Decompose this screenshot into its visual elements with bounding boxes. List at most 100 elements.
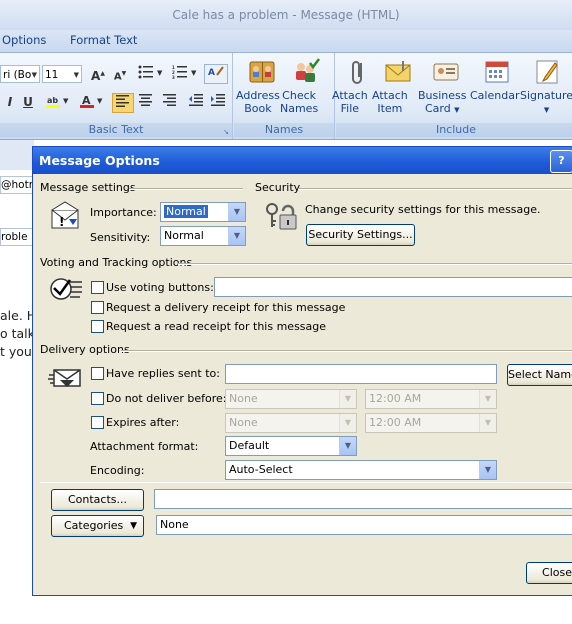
attachment-format-label: Attachment format:	[90, 440, 199, 453]
underline-icon[interactable]: U	[18, 93, 38, 111]
chevron-down-icon: ▼	[31, 71, 37, 79]
font-name-combo[interactable]: ri (Bo ▼	[0, 65, 40, 83]
svg-text:A: A	[208, 68, 215, 78]
sensitivity-select[interactable]: Normal ▼	[160, 226, 246, 246]
form-header-strip	[0, 140, 34, 170]
do-not-deliver-checkbox[interactable]	[91, 392, 104, 405]
to-field[interactable]: @hotm	[0, 176, 34, 194]
business-card-icon	[431, 57, 461, 87]
message-options-dialog: Message Options ? Message settings ! Imp…	[32, 146, 572, 596]
calendar-button[interactable]: Calendar	[470, 57, 524, 102]
delivery-envelope-icon	[48, 367, 84, 394]
contacts-input[interactable]	[154, 489, 572, 509]
use-voting-checkbox[interactable]	[91, 281, 104, 294]
attach-item-button[interactable]: Attach Item	[372, 57, 424, 115]
shrink-font-icon[interactable]: A▼	[110, 65, 130, 83]
do-not-deliver-label: Do not deliver before:	[106, 392, 227, 405]
font-color-icon[interactable]: A ▼	[78, 93, 106, 111]
align-left-icon[interactable]	[112, 93, 134, 113]
styles-icon[interactable]: A	[204, 64, 228, 84]
expires-after-label: Expires after:	[106, 416, 180, 429]
basic-text-group-label: Basic Text	[0, 123, 232, 137]
names-group: Address Book Check Names Names	[234, 53, 335, 139]
security-description: Change security settings for this messag…	[305, 203, 541, 216]
tab-format-text[interactable]: Format Text	[70, 33, 137, 47]
attachment-format-select[interactable]: Default ▼	[225, 436, 357, 456]
security-header: Security	[255, 181, 301, 194]
calendar-label: Calendar	[470, 89, 520, 102]
chevron-down-icon: ▼	[228, 203, 245, 221]
attach-file-label-2: File	[340, 102, 360, 115]
italic-icon[interactable]: I	[0, 93, 20, 111]
basic-text-group: ri (Bo ▼ 11 ▼ A▲ A▼ ▼ 1 2 3 ▼ A I U ab ▼ A ▼	[0, 53, 233, 139]
window-title: Cale has a problem - Message (HTML)	[0, 0, 572, 30]
increase-indent-icon[interactable]	[208, 93, 228, 111]
delivery-receipt-label: Request a delivery receipt for this mess…	[106, 301, 346, 314]
encoding-select[interactable]: Auto-Select ▼	[225, 460, 497, 480]
bullets-icon[interactable]: ▼	[136, 65, 166, 83]
chevron-down-icon: ▼	[479, 461, 496, 479]
divider	[298, 188, 572, 190]
select-names-button[interactable]: Select Names...	[507, 364, 572, 386]
grow-font-icon[interactable]: A▲	[88, 65, 108, 83]
address-book-label-2: Book	[244, 102, 272, 115]
subject-field[interactable]: roble	[0, 228, 34, 246]
delivery-receipt-checkbox[interactable]	[91, 301, 104, 314]
expires-date-value: None	[229, 416, 258, 429]
contacts-button[interactable]: Contacts...	[51, 489, 144, 511]
replies-to-input[interactable]	[225, 364, 497, 384]
chevron-down-icon: ▼	[130, 521, 137, 531]
voting-buttons-input[interactable]	[214, 277, 572, 297]
voting-tracking-header: Voting and Tracking options	[40, 256, 193, 269]
check-names-label-1: Check	[282, 89, 317, 102]
chevron-down-icon: ▼	[339, 390, 356, 408]
expires-after-checkbox[interactable]	[91, 416, 104, 429]
chevron-down-icon: ▼	[339, 414, 356, 432]
message-form-background: @hotm roble ale. H o talk t you	[0, 140, 34, 624]
numbering-icon[interactable]: 1 2 3 ▼	[170, 65, 200, 83]
decrease-indent-icon[interactable]	[186, 93, 206, 111]
categories-input[interactable]: None	[156, 515, 572, 535]
check-names-button[interactable]: Check Names	[280, 57, 332, 115]
check-names-label-2: Names	[280, 102, 319, 115]
signature-icon	[533, 57, 563, 87]
ribbon: ri (Bo ▼ 11 ▼ A▲ A▼ ▼ 1 2 3 ▼ A I U ab ▼ A ▼	[0, 53, 572, 140]
dialog-title: Message Options	[33, 147, 572, 174]
attach-item-label-2: Item	[377, 102, 403, 115]
have-replies-label: Have replies sent to:	[106, 367, 220, 380]
close-button[interactable]: Close	[526, 562, 572, 584]
do-not-deliver-time-select[interactable]: 12:00 AM ▼	[365, 389, 497, 409]
business-card-label-2: Card	[424, 102, 451, 115]
signature-button[interactable]: Signature ▼	[520, 57, 572, 114]
importance-select[interactable]: Normal ▼	[160, 202, 246, 222]
do-not-deliver-date-select[interactable]: None ▼	[225, 389, 357, 409]
dialog-launcher-icon[interactable]: ↘	[223, 128, 229, 136]
ribbon-tab-bar: Options Format Text	[0, 30, 572, 53]
align-right-icon[interactable]	[160, 93, 180, 111]
delivery-options-header: Delivery options	[40, 343, 130, 356]
security-settings-button[interactable]: Security Settings...	[306, 224, 415, 246]
expires-date-select[interactable]: None ▼	[225, 413, 357, 433]
business-card-button[interactable]: Business Card ▼	[418, 57, 474, 115]
paperclip-icon	[343, 57, 373, 87]
do-not-deliver-date-value: None	[229, 392, 258, 405]
expires-time-value: 12:00 AM	[369, 416, 422, 429]
business-card-label-1: Business	[418, 89, 467, 102]
svg-text:▼: ▼	[191, 69, 197, 77]
help-button[interactable]: ?	[550, 150, 572, 173]
align-center-icon[interactable]	[136, 93, 156, 111]
highlight-icon[interactable]: ab ▼	[44, 93, 72, 111]
sensitivity-value: Normal	[164, 229, 204, 242]
tab-options[interactable]: Options	[2, 33, 46, 47]
chevron-down-icon: ▼	[339, 437, 356, 455]
svg-text:▼: ▼	[97, 97, 103, 105]
envelope-icon	[383, 57, 413, 87]
have-replies-checkbox[interactable]	[91, 367, 104, 380]
categories-button[interactable]: Categories ▼	[51, 515, 144, 537]
read-receipt-label: Request a read receipt for this message	[106, 320, 327, 333]
read-receipt-checkbox[interactable]	[91, 320, 104, 333]
attach-file-label-1: Attach	[332, 89, 368, 102]
font-size-combo[interactable]: 11 ▼	[42, 65, 82, 83]
expires-time-select[interactable]: 12:00 AM ▼	[365, 413, 497, 433]
importance-label: Importance:	[90, 206, 157, 219]
